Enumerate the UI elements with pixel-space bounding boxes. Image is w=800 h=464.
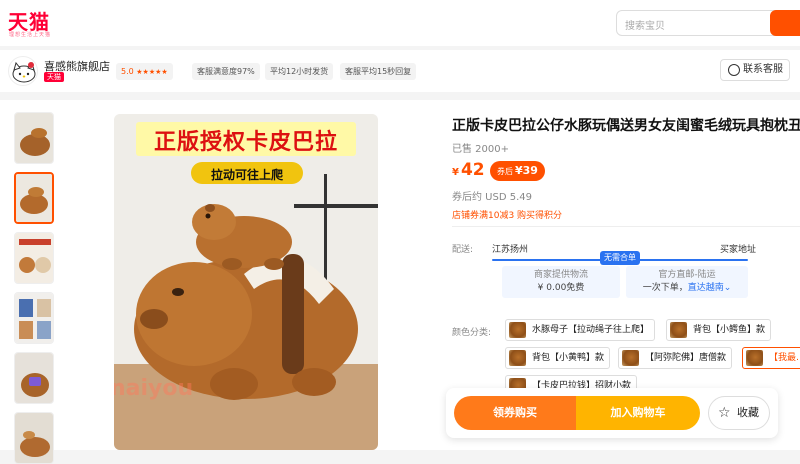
option-thumb-icon [622,350,639,366]
favorite-button[interactable]: ☆ 收藏 [708,396,770,430]
action-bar: 领券购买 加入购物车 ☆ 收藏 [446,388,778,438]
chevron-down-icon: ⌄ [723,283,732,293]
option-thumb-icon [509,322,526,338]
direct-mail-title: 官方直邮-陆运 [658,270,716,280]
color-category-label: 颜色分类: [452,328,492,338]
logo-tagline: 理想生活上天猫 [9,32,52,38]
contact-service-label: 联系客服 [743,64,783,75]
option-capybara-mother-child[interactable]: 水豚母子【拉动绳子往上爬】 [505,319,656,341]
option-monk-style[interactable]: 【阿弥陀佛】唐僧款 [618,347,733,369]
shop-bar: 喜感熊旗舰店 天猫 5.0 ★★★★★ 客服满意度97% 平均12小时发货 客服… [0,50,800,92]
direct-mail-value: 一次下单，直达越南⌄ [642,283,732,293]
thumbnail-4[interactable] [14,292,54,344]
thumbnail-2[interactable] [14,172,54,224]
ship-to[interactable]: 买家地址 [720,242,756,255]
original-price: ¥42 [452,160,485,180]
reply-time-pill: 客服平均15秒回复 [340,63,417,80]
search-input[interactable]: 搜索宝贝 [616,10,776,36]
merchant-logistics-box: 商家提供物流 ¥ 0.00免费 [502,266,620,298]
sold-count: 已售 2000+ [452,144,510,155]
ship-time-pill: 平均12小时发货 [265,63,334,80]
divider [452,226,800,227]
buy-with-coupon-button[interactable]: 领券购买 [454,396,576,430]
search-button[interactable] [770,10,800,36]
shop-score: 5.0 [121,67,134,76]
thumbnail-3[interactable] [14,232,54,284]
option-thumb-icon [746,350,763,366]
shipping-label: 配送: [452,245,474,255]
no-merge-tag: 无需合单 [600,251,640,265]
thumbnail-6[interactable] [14,412,54,464]
product-title: 正版卡皮巴拉公仔水豚玩偶送男女友闺蜜毛绒玩具抱枕丑萌 [452,118,800,134]
thumbnail-1[interactable] [14,112,54,164]
option-selected-partial[interactable]: 【我最… [742,347,800,369]
satisfaction-pill: 客服满意度97% [192,63,260,80]
option-thumb-icon [670,322,687,338]
image-title-text: 正版授权卡皮巴拉 [153,130,338,155]
top-bar: 天猫 理想生活上天猫 搜索宝贝 [0,0,800,46]
star-icon: ☆ [718,405,731,421]
direct-mail-box[interactable]: 官方直邮-陆运 一次下单，直达越南⌄ [626,266,748,298]
store-promotion[interactable]: 店铺券满10减3 购买得积分 [452,208,562,221]
coupon-price: ¥39 [515,164,538,177]
shop-avatar[interactable] [8,56,38,86]
tmall-badge: 天猫 [44,72,64,82]
usd-price: 券后约 USD 5.49 [452,192,532,203]
image-sub-text: 拉动可往上爬 [210,168,283,182]
option-backpack-duck[interactable]: 背包【小黄鸭】款 [505,347,611,369]
product-main: 正版授权卡皮巴拉 拉动可往上爬 naiyou 正版卡皮巴拉公仔水豚玩偶送男女友闺… [0,100,800,464]
direct-to-vietnam-link[interactable]: 直达越南 [688,283,724,293]
merchant-logistics-value: ¥ 0.00免费 [537,283,585,293]
price-value: 42 [460,160,485,180]
coupon-label: 券后 [497,167,513,176]
thumbnail-5[interactable] [14,352,54,404]
headset-icon [728,64,740,76]
rating-stars-icon: ★★★★★ [136,68,168,76]
main-product-image[interactable]: 正版授权卡皮巴拉 拉动可往上爬 naiyou [114,114,378,450]
option-thumb-icon [509,350,526,366]
shop-score-pill: 5.0 ★★★★★ [116,63,173,80]
ship-from: 江苏扬州 [492,245,529,255]
hello-kitty-avatar-icon [12,61,36,83]
add-to-cart-button[interactable]: 加入购物车 [576,396,700,430]
favorite-label: 收藏 [737,406,759,419]
image-watermark: naiyou [114,376,194,401]
option-backpack-crocodile[interactable]: 背包【小鳄鱼】款 [666,319,772,341]
currency-symbol: ¥ [452,167,459,178]
merchant-logistics-title: 商家提供物流 [533,270,588,280]
contact-service-button[interactable]: 联系客服 [720,59,790,81]
coupon-price-badge[interactable]: 券后 ¥39 [490,161,545,181]
